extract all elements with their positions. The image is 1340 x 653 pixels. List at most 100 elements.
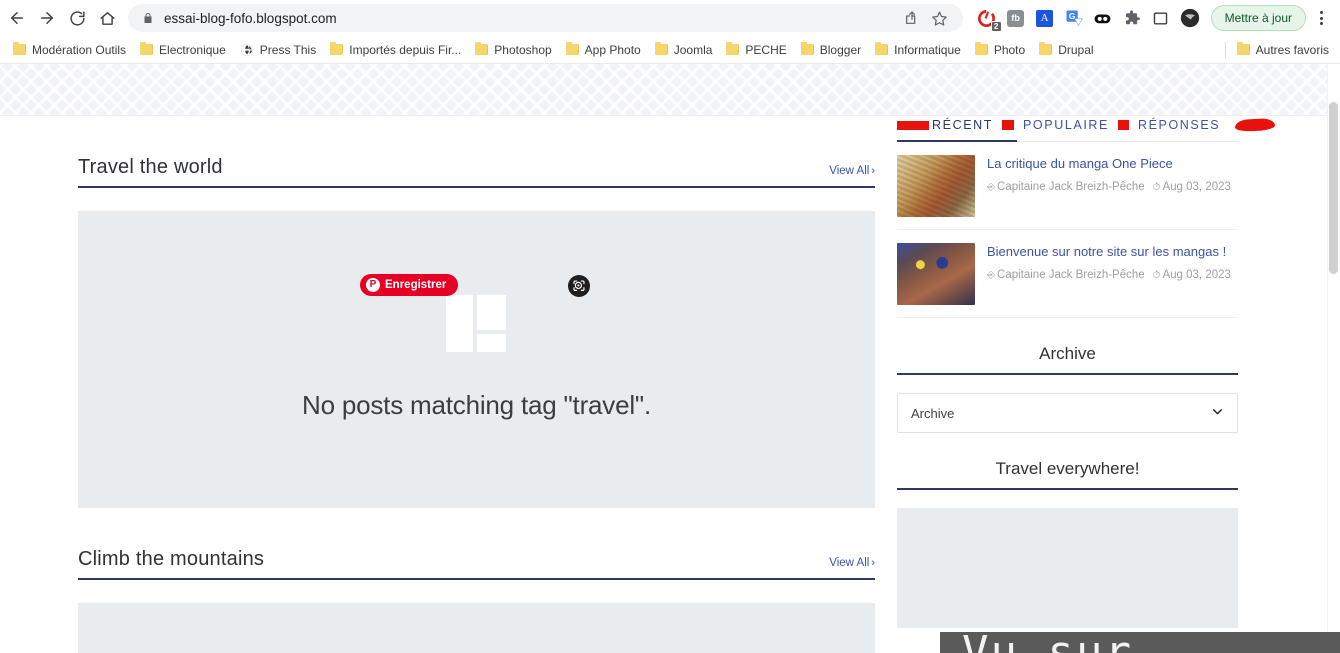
blog-header-banner xyxy=(0,64,1340,116)
watermark-text: Vu sur Foforum xyxy=(962,626,1133,653)
folder-icon xyxy=(654,42,668,55)
post-meta: ⎆ Capitaine Jack Breizh-Pêche ⏱ Aug 03, 202… xyxy=(987,266,1238,285)
scrollbar-thumb[interactable] xyxy=(1329,102,1338,274)
dashlane-extension-icon[interactable] xyxy=(1090,5,1116,31)
globe-icon xyxy=(240,43,253,56)
sidepanel-icon[interactable] xyxy=(1148,5,1174,31)
bookmark-blogger[interactable]: Blogger xyxy=(794,39,868,61)
bookmark-photo[interactable]: Photo xyxy=(968,39,1032,61)
puzzle-extensions-icon[interactable] xyxy=(1119,5,1145,31)
bookmark-label: Joomla xyxy=(673,42,713,57)
reload-icon xyxy=(69,10,85,26)
list-item[interactable]: Bienvenue sur notre site sur les mangas … xyxy=(897,230,1238,318)
tab-recent[interactable]: RÉCENT xyxy=(932,118,993,132)
image-placeholder-icon xyxy=(446,294,507,352)
kebab-dot xyxy=(1319,16,1323,20)
view-all-link-mountains[interactable]: View All › xyxy=(829,557,875,571)
post-title-link[interactable]: Bienvenue sur notre site sur les mangas … xyxy=(987,243,1238,261)
chevron-right-icon: › xyxy=(871,557,875,569)
reload-button[interactable] xyxy=(62,3,92,33)
pinterest-save-button[interactable]: P Enregistrer xyxy=(360,274,459,296)
tab-populaire[interactable]: POPULAIRE xyxy=(1023,118,1109,132)
user-icon: ⎆ xyxy=(987,269,995,281)
chrome-menu-button[interactable] xyxy=(1308,4,1334,32)
post-author: Capitaine Jack Breizh-Pêche xyxy=(997,268,1145,281)
list-item-body: La critique du manga One Piece ⎆ Capitain… xyxy=(987,155,1238,217)
chevron-right-icon: › xyxy=(871,165,875,177)
bookmark-press-this[interactable]: Press This xyxy=(233,39,323,61)
arrow-right-icon xyxy=(41,12,53,24)
folder-icon xyxy=(565,42,579,55)
adblock-badge-count: 2 xyxy=(990,21,1002,32)
page-viewport: Travel the world View All › P Enregistre… xyxy=(0,64,1340,653)
update-button[interactable]: Mettre à jour xyxy=(1210,5,1306,31)
kebab-dot xyxy=(1319,11,1323,14)
bookmarks-bar: Modération Outils Electronique Press Thi… xyxy=(0,36,1340,64)
empty-state: No posts matching tag "travel". xyxy=(302,294,651,421)
forward-button[interactable] xyxy=(32,3,62,33)
fb-extension-icon[interactable]: fb xyxy=(1003,5,1029,31)
bookmark-label: Press This xyxy=(259,42,317,57)
user-icon: ⎆ xyxy=(987,181,995,193)
grammar-extension-icon[interactable]: A xyxy=(1032,5,1058,31)
folder-icon xyxy=(800,42,814,55)
folder-icon xyxy=(475,42,489,55)
active-tab-underline xyxy=(897,140,1017,142)
grammar-extension-label: A xyxy=(1036,9,1054,27)
home-button[interactable] xyxy=(92,3,122,33)
bookmark-label: Modération Outils xyxy=(32,42,127,57)
travel-widget-body xyxy=(897,508,1238,628)
bookmark-moderation-outils[interactable]: Modération Outils xyxy=(6,39,133,61)
view-all-label: View All xyxy=(829,557,870,569)
sidebar-tab-strip: RÉCENT POPULAIRE RÉPONSES xyxy=(897,117,1276,142)
profile-avatar-icon[interactable] xyxy=(1177,5,1203,31)
post-date: Aug 03, 2023 xyxy=(1162,180,1231,193)
folder-icon xyxy=(140,42,154,55)
bookmark-app-photo[interactable]: App Photo xyxy=(559,39,648,61)
archive-select[interactable]: Archive xyxy=(897,393,1238,433)
toolbar-divider xyxy=(1224,41,1226,58)
bookmark-autres-favoris[interactable]: Autres favoris xyxy=(1230,39,1336,61)
section-header-mountains: Climb the mountains View All › xyxy=(78,548,875,580)
post-date: Aug 03, 2023 xyxy=(1162,268,1231,281)
google-lens-icon[interactable] xyxy=(568,275,590,297)
tab-reponses[interactable]: RÉPONSES xyxy=(1138,118,1220,132)
empty-posts-card-travel: P Enregistrer No posts matching tag "tra… xyxy=(78,211,875,508)
bookmark-label: Blogger xyxy=(819,42,862,57)
bookmark-importes-depuis-firefox[interactable]: Importés depuis Fir... xyxy=(323,39,468,61)
post-title-link[interactable]: La critique du manga One Piece xyxy=(987,155,1238,173)
folder-icon xyxy=(1039,42,1053,55)
home-icon xyxy=(99,11,115,25)
widget-title-travel: Travel everywhere! xyxy=(897,459,1238,490)
translate-extension-icon[interactable]: G xyxy=(1061,5,1087,31)
bookmark-label: Electronique xyxy=(159,42,226,57)
bookmark-label: Autres favoris xyxy=(1255,42,1329,57)
share-icon[interactable] xyxy=(899,5,925,31)
bookmark-peche[interactable]: PECHE xyxy=(719,39,793,61)
folder-icon xyxy=(974,42,988,55)
kebab-dot xyxy=(1319,22,1323,25)
post-thumbnail-bienvenue xyxy=(897,243,975,305)
bookmark-photoshop[interactable]: Photoshop xyxy=(468,39,558,61)
bookmark-star-icon[interactable] xyxy=(927,5,953,31)
view-all-link-travel[interactable]: View All › xyxy=(829,165,875,179)
bookmark-informatique[interactable]: Informatique xyxy=(868,39,968,61)
empty-state-message: No posts matching tag "travel". xyxy=(302,389,651,420)
chevron-double-right-icon[interactable]: chevron-double-right-icon xyxy=(1205,39,1221,61)
bookmark-label: App Photo xyxy=(584,42,641,57)
bookmark-drupal[interactable]: Drupal xyxy=(1032,39,1100,61)
main-content-column: Travel the world View All › P Enregistre… xyxy=(78,116,875,653)
adblock-extension-icon[interactable]: 2 xyxy=(974,5,1002,32)
list-item[interactable]: La critique du manga One Piece ⎆ Capitain… xyxy=(897,142,1238,230)
clock-icon: ⏱ xyxy=(1152,181,1161,193)
bookmark-electronique[interactable]: Electronique xyxy=(133,39,233,61)
bookmark-label: PECHE xyxy=(745,42,787,57)
clock-icon: ⏱ xyxy=(1152,269,1161,281)
bookmark-joomla[interactable]: Joomla xyxy=(648,39,720,61)
back-button[interactable] xyxy=(2,3,32,33)
bookmark-label: Photo xyxy=(993,42,1026,57)
page-scrollbar[interactable] xyxy=(1327,64,1340,653)
red-swoosh-annotation xyxy=(1234,117,1276,133)
bookmarks-overflow: chevron-double-right-icon Autres favoris xyxy=(1205,39,1336,61)
address-bar[interactable]: essai-blog-fofo.blogspot.com xyxy=(128,4,963,32)
